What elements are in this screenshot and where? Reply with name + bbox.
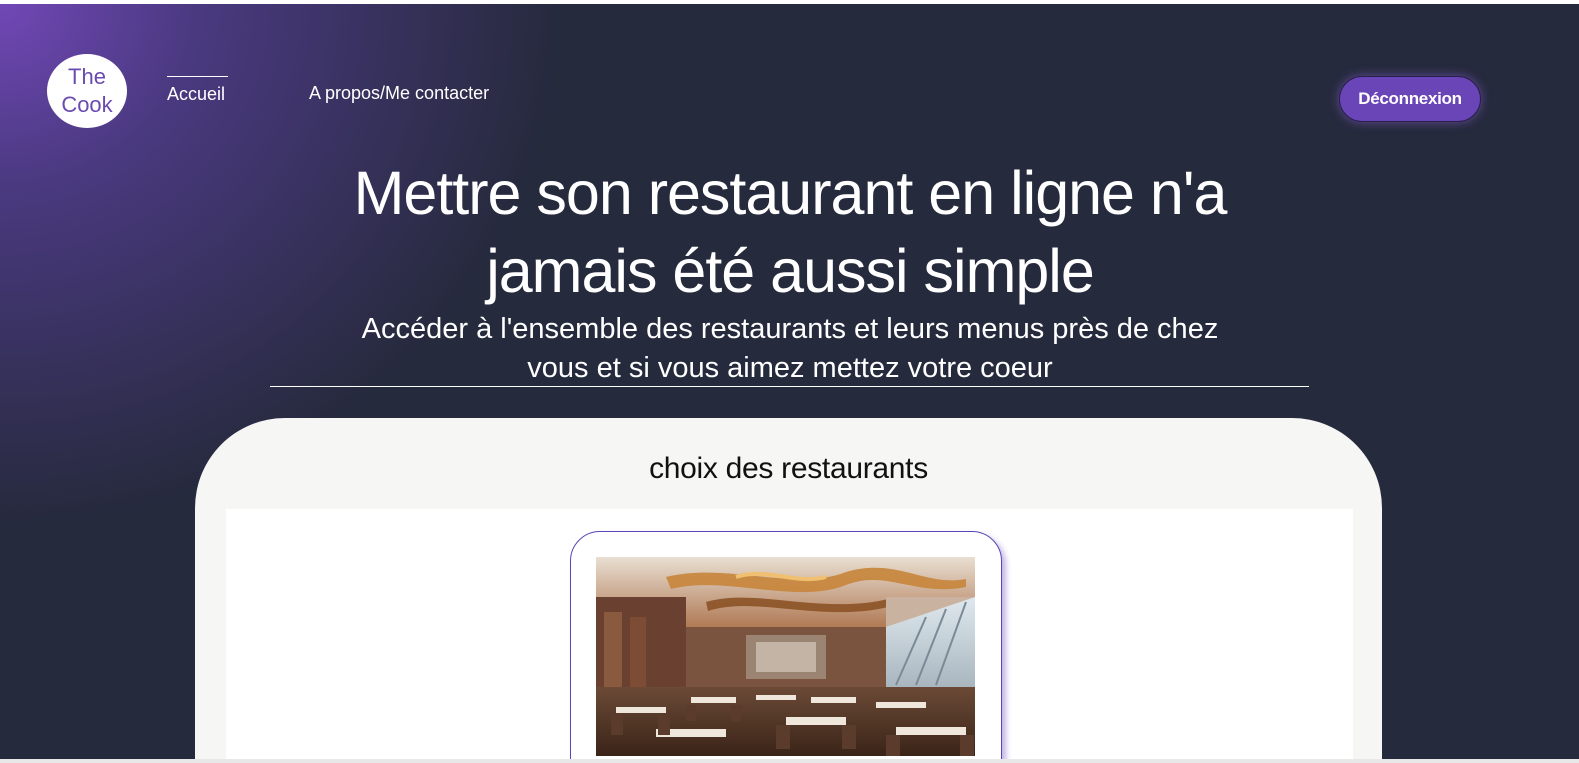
hero-title: Mettre son restaurant en ligne n'a jamai… xyxy=(250,154,1330,310)
hero-title-line-1: Mettre son restaurant en ligne n'a xyxy=(353,159,1228,227)
logo[interactable]: The Cook xyxy=(47,54,127,128)
logo-text: The Cook xyxy=(61,63,112,119)
logout-button[interactable]: Déconnexion xyxy=(1339,76,1481,122)
logo-line-1: The xyxy=(68,64,106,89)
hero-subtitle-line-2: vous et si vous aimez mettez votre coeur xyxy=(527,352,1053,384)
restaurant-card[interactable] xyxy=(570,531,1002,759)
logo-line-2: Cook xyxy=(61,92,113,117)
restaurants-section-title: choix des restaurants xyxy=(649,452,928,485)
page-background: The Cook Accueil A propos/Me contacter D… xyxy=(0,4,1579,759)
nav-link-about-contact[interactable]: A propos/Me contacter xyxy=(309,83,489,104)
restaurants-panel: choix des restaurants xyxy=(195,418,1382,759)
hero-divider xyxy=(270,386,1309,387)
restaurant-image xyxy=(596,557,975,756)
hero-subtitle-line-1: Accéder à l'ensemble des restaurants et … xyxy=(361,313,1219,345)
hero-title-line-2: jamais été aussi simple xyxy=(486,237,1095,305)
bottom-strip xyxy=(0,759,1579,763)
restaurants-list xyxy=(226,509,1353,759)
nav-link-home[interactable]: Accueil xyxy=(167,76,229,105)
hero-subtitle: Accéder à l'ensemble des restaurants et … xyxy=(300,310,1280,388)
